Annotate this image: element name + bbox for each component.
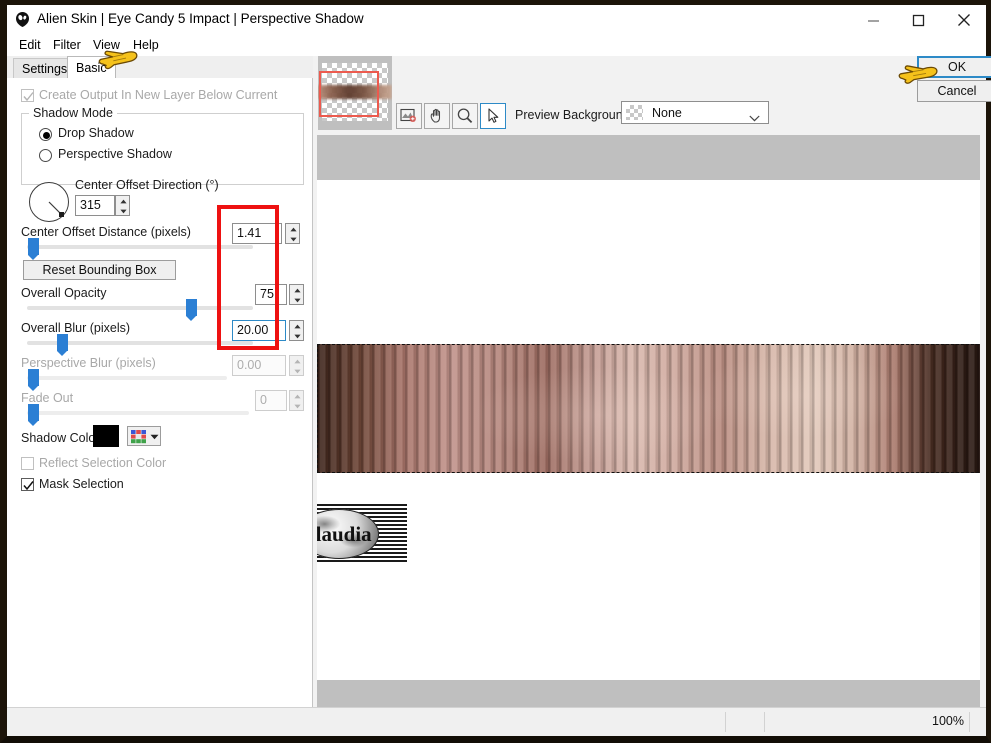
claudia-watermark: claudia	[317, 504, 407, 564]
status-bar: 100%	[7, 707, 986, 736]
center-offset-distance-label: Center Offset Distance (pixels)	[21, 225, 191, 239]
hand-icon[interactable]	[424, 103, 450, 129]
alien-skin-icon	[14, 11, 31, 28]
zoom-icon[interactable]	[452, 103, 478, 129]
stepper-up-icon[interactable]	[116, 196, 131, 206]
tab-strip: Settings Basic	[7, 56, 313, 79]
settings-panel: Create Output In New Layer Below Current…	[7, 78, 313, 707]
overall-blur-label: Overall Blur (pixels)	[21, 321, 131, 335]
mask-selection-label: Mask Selection	[39, 477, 124, 491]
claudia-watermark-text: claudia	[317, 521, 372, 546]
maximize-button[interactable]	[896, 5, 941, 35]
fade-out-stepper	[289, 390, 304, 411]
overall-blur-thumb[interactable]	[57, 334, 68, 356]
overall-opacity-thumb[interactable]	[186, 299, 197, 321]
stepper-down-icon[interactable]	[290, 331, 305, 341]
navigator-icon[interactable]	[396, 103, 422, 129]
preview-pane: Preview Background: None OK Cancel laudi…	[313, 56, 991, 707]
title-bar: Alien Skin | Eye Candy 5 Impact | Perspe…	[7, 5, 986, 35]
center-offset-distance-thumb[interactable]	[28, 238, 39, 260]
navigator-thumbnail[interactable]	[318, 56, 392, 130]
close-button[interactable]	[941, 5, 986, 35]
preview-background-swatch	[626, 105, 643, 120]
shadow-mode-title: Shadow Mode	[29, 106, 117, 120]
stepper-down-icon[interactable]	[116, 206, 131, 216]
center-offset-direction-stepper[interactable]	[115, 195, 130, 216]
canvas-top-band	[317, 135, 980, 180]
radio-drop-shadow[interactable]	[39, 128, 52, 141]
perspective-blur-thumb	[28, 369, 39, 391]
preview-background-select[interactable]: None	[621, 101, 769, 124]
preview-background-value: None	[652, 106, 682, 120]
perspective-blur-input: 0.00	[232, 355, 286, 376]
stepper-down-icon[interactable]	[290, 295, 305, 305]
red-highlight-box	[217, 205, 279, 350]
fade-out-slider	[27, 411, 249, 415]
fade-out-value: 0	[260, 393, 267, 407]
stepper-up-icon	[290, 356, 305, 366]
center-offset-direction-value: 315	[80, 198, 101, 212]
radio-drop-shadow-label: Drop Shadow	[58, 126, 134, 140]
fade-out-input: 0	[255, 390, 287, 411]
stepper-up-icon[interactable]	[290, 321, 305, 331]
overall-blur-stepper[interactable]	[289, 320, 304, 341]
reflect-selection-color-label: Reflect Selection Color	[39, 456, 167, 470]
shadow-color-label: Shadow Color	[21, 431, 100, 445]
preview-canvas[interactable]: claudia	[317, 135, 980, 707]
overall-opacity-stepper[interactable]	[289, 284, 304, 305]
status-divider-3	[969, 712, 970, 732]
stepper-down-icon[interactable]	[286, 234, 301, 244]
overall-opacity-label: Overall Opacity	[21, 286, 107, 300]
center-offset-direction-input[interactable]: 315	[75, 195, 115, 216]
stepper-down-icon	[290, 401, 305, 411]
radio-perspective-shadow[interactable]	[39, 149, 52, 162]
menu-bar: Edit Filter View Help	[7, 35, 986, 55]
perspective-blur-stepper	[289, 355, 304, 376]
stepper-up-icon[interactable]	[290, 285, 305, 295]
selection-marching-ants	[317, 344, 980, 473]
stepper-up-icon[interactable]	[286, 224, 301, 234]
stepper-up-icon	[290, 391, 305, 401]
window-title: Alien Skin | Eye Candy 5 Impact | Perspe…	[37, 11, 364, 26]
center-offset-distance-stepper[interactable]	[285, 223, 300, 244]
navigator-viewport-rect[interactable]	[319, 71, 379, 117]
perspective-blur-value: 0.00	[237, 358, 262, 372]
center-offset-direction-label: Center Offset Direction (°)	[75, 178, 219, 192]
color-grid-icon	[131, 430, 146, 444]
chevron-down-icon[interactable]	[749, 109, 760, 127]
reflect-selection-color-checkbox	[21, 457, 34, 470]
zoom-level: 100%	[932, 714, 964, 728]
menu-filter[interactable]: Filter	[49, 37, 85, 53]
radio-perspective-shadow-label: Perspective Shadow	[58, 147, 172, 161]
fade-out-thumb	[28, 404, 39, 426]
perspective-blur-label: Perspective Blur (pixels)	[21, 356, 156, 370]
hand-pointer-basic-tab	[93, 43, 141, 80]
mask-selection-checkbox[interactable]	[21, 478, 34, 491]
create-output-checkbox[interactable]	[21, 89, 34, 102]
create-output-label: Create Output In New Layer Below Current	[39, 88, 278, 102]
application-window: Alien Skin | Eye Candy 5 Impact | Perspe…	[0, 0, 991, 743]
reset-bounding-box-button[interactable]: Reset Bounding Box	[23, 260, 176, 280]
shadow-color-swatch[interactable]	[93, 425, 119, 447]
perspective-blur-slider	[27, 376, 227, 380]
stepper-down-icon	[290, 366, 305, 376]
arrow-select-icon[interactable]	[480, 103, 506, 129]
direction-dial[interactable]	[29, 182, 69, 222]
chevron-down-icon	[150, 434, 159, 440]
preview-background-label: Preview Background:	[515, 108, 634, 122]
shadow-color-palette-button[interactable]	[127, 426, 161, 446]
hand-pointer-ok-button	[893, 58, 941, 95]
status-divider-1	[725, 712, 726, 732]
status-divider-2	[764, 712, 765, 732]
canvas-bottom-band	[317, 680, 980, 707]
minimize-button[interactable]	[851, 5, 896, 35]
menu-edit[interactable]: Edit	[15, 37, 45, 53]
fade-out-label: Fade Out	[21, 391, 74, 405]
striped-banner-image	[317, 344, 980, 473]
